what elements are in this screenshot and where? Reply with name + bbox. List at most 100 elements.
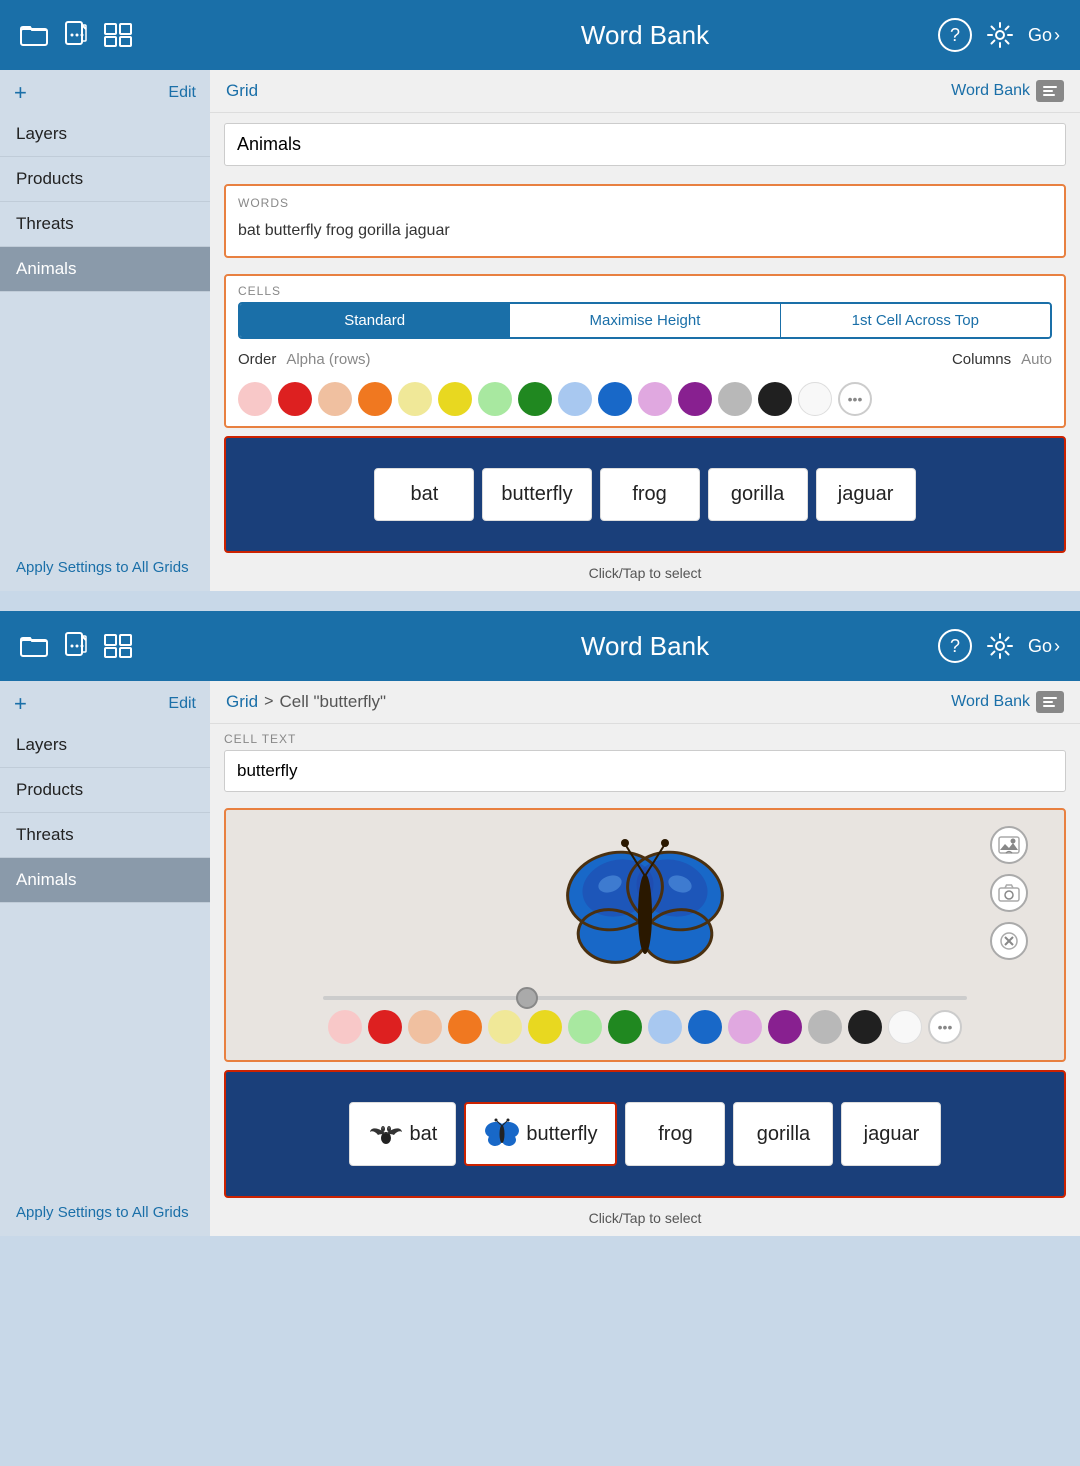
grid-layout-icon-2[interactable] bbox=[104, 634, 132, 658]
swatch-red[interactable] bbox=[278, 382, 312, 416]
columns-group: Columns Auto bbox=[952, 351, 1052, 368]
breadcrumb-grid-2[interactable]: Grid bbox=[226, 692, 258, 712]
word-cell-gorilla-1[interactable]: gorilla bbox=[708, 468, 808, 521]
word-cell-frog-2[interactable]: frog bbox=[625, 1102, 725, 1166]
folder-icon[interactable] bbox=[20, 23, 48, 47]
swatch2-red[interactable] bbox=[368, 1010, 402, 1044]
grid-name-input[interactable] bbox=[224, 123, 1066, 166]
cell-text-input[interactable] bbox=[224, 750, 1066, 792]
file-dots-icon-2[interactable] bbox=[64, 632, 88, 660]
sidebar-item-layers-2[interactable]: Layers bbox=[0, 723, 210, 768]
butterfly-small-icon bbox=[484, 1118, 520, 1150]
sidebar-item-products[interactable]: Products bbox=[0, 157, 210, 202]
go-btn-1[interactable]: Go › bbox=[1028, 25, 1060, 46]
settings-icon-1[interactable] bbox=[986, 21, 1014, 49]
word-cell-bat-2[interactable]: bat bbox=[349, 1102, 457, 1166]
word-cell-jaguar-1[interactable]: jaguar bbox=[816, 468, 916, 521]
image-size-slider[interactable] bbox=[323, 996, 968, 1000]
word-cell-bat-1[interactable]: bat bbox=[374, 468, 474, 521]
swatch2-yellow[interactable] bbox=[528, 1010, 562, 1044]
image-slider-row bbox=[323, 996, 968, 1000]
sidebar-add-btn[interactable]: + bbox=[14, 80, 27, 106]
sidebar-item-threats[interactable]: Threats bbox=[0, 202, 210, 247]
folder-icon-2[interactable] bbox=[20, 634, 48, 658]
swatch2-black[interactable] bbox=[848, 1010, 882, 1044]
swatch-green[interactable] bbox=[518, 382, 552, 416]
swatch-purple[interactable] bbox=[678, 382, 712, 416]
tab-maximise-height[interactable]: Maximise Height bbox=[510, 304, 780, 337]
swatch2-purple[interactable] bbox=[768, 1010, 802, 1044]
tab-1st-cell-across-top[interactable]: 1st Cell Across Top bbox=[781, 304, 1050, 337]
word-cell-butterfly-2[interactable]: butterfly bbox=[464, 1102, 617, 1166]
word-cell-butterfly-1[interactable]: butterfly bbox=[482, 468, 591, 521]
swatch2-peach[interactable] bbox=[408, 1010, 442, 1044]
swatch-green-light[interactable] bbox=[478, 382, 512, 416]
click-hint-2: Click/Tap to select bbox=[210, 1206, 1080, 1236]
swatch-black[interactable] bbox=[758, 382, 792, 416]
butterfly-image bbox=[560, 826, 730, 986]
sidebar-edit-btn[interactable]: Edit bbox=[168, 84, 196, 102]
swatch2-purple-light[interactable] bbox=[728, 1010, 762, 1044]
settings-icon-2[interactable] bbox=[986, 632, 1014, 660]
tab-standard[interactable]: Standard bbox=[240, 304, 510, 337]
content-panel-2: Word Bank ? Go › bbox=[210, 611, 1080, 1236]
swatch-gray[interactable] bbox=[718, 382, 752, 416]
swatch-orange[interactable] bbox=[358, 382, 392, 416]
app-title-1: Word Bank bbox=[581, 20, 709, 51]
sidebar-item-animals[interactable]: Animals bbox=[0, 247, 210, 292]
breadcrumb-cell-label: Cell "butterfly" bbox=[279, 692, 386, 712]
panel-gap bbox=[0, 591, 1080, 611]
app-bar-2-left bbox=[0, 611, 210, 681]
sidebar-item-threats-2[interactable]: Threats bbox=[0, 813, 210, 858]
swatch-blue[interactable] bbox=[598, 382, 632, 416]
breadcrumb-1[interactable]: Grid bbox=[226, 81, 258, 101]
wordbank-link-1[interactable]: Word Bank bbox=[951, 80, 1064, 102]
apply-all-grids-link-2[interactable]: Apply Settings to All Grids bbox=[16, 1204, 189, 1221]
word-cell-gorilla-2[interactable]: gorilla bbox=[733, 1102, 833, 1166]
sidebar-edit-btn-2[interactable]: Edit bbox=[168, 695, 196, 713]
sidebar-footer-2: Apply Settings to All Grids bbox=[0, 1190, 210, 1236]
cells-meta: Order Alpha (rows) Columns Auto bbox=[226, 347, 1064, 376]
swatch2-pink-light[interactable] bbox=[328, 1010, 362, 1044]
image-camera-btn[interactable] bbox=[990, 874, 1028, 912]
help-icon-2[interactable]: ? bbox=[938, 629, 972, 663]
swatch-blue-light[interactable] bbox=[558, 382, 592, 416]
image-from-url-btn[interactable] bbox=[990, 826, 1028, 864]
grid-layout-icon[interactable] bbox=[104, 23, 132, 47]
swatch2-yellow-light[interactable] bbox=[488, 1010, 522, 1044]
swatch-yellow[interactable] bbox=[438, 382, 472, 416]
swatch-peach[interactable] bbox=[318, 382, 352, 416]
sidebar-item-products-2[interactable]: Products bbox=[0, 768, 210, 813]
swatch2-green-light[interactable] bbox=[568, 1010, 602, 1044]
app-bar-title-1: Word Bank ? Go › bbox=[210, 0, 1080, 70]
go-btn-2[interactable]: Go › bbox=[1028, 636, 1060, 657]
app-bar-2-left-icons bbox=[20, 632, 132, 660]
swatch2-blue[interactable] bbox=[688, 1010, 722, 1044]
swatch2-white[interactable] bbox=[888, 1010, 922, 1044]
swatch-white[interactable] bbox=[798, 382, 832, 416]
more-colors-btn-1[interactable]: ••• bbox=[838, 382, 872, 416]
sidebar-item-layers[interactable]: Layers bbox=[0, 112, 210, 157]
swatch2-gray[interactable] bbox=[808, 1010, 842, 1044]
swatch-yellow-light[interactable] bbox=[398, 382, 432, 416]
sidebar-header-1: + Edit bbox=[0, 70, 210, 112]
swatch-purple-light[interactable] bbox=[638, 382, 672, 416]
app-bar-1 bbox=[0, 0, 210, 70]
swatch2-blue-light[interactable] bbox=[648, 1010, 682, 1044]
swatch2-green[interactable] bbox=[608, 1010, 642, 1044]
more-colors-btn-2[interactable]: ••• bbox=[928, 1010, 962, 1044]
cells-label: CELLS bbox=[226, 276, 1064, 302]
app-bar-2: Word Bank ? Go › bbox=[210, 611, 1080, 681]
file-dots-icon[interactable] bbox=[64, 21, 88, 49]
sidebar-item-animals-2[interactable]: Animals bbox=[0, 858, 210, 903]
apply-all-grids-link-1[interactable]: Apply Settings to All Grids bbox=[16, 559, 189, 576]
sidebar-add-btn-2[interactable]: + bbox=[14, 691, 27, 717]
word-cell-frog-1[interactable]: frog bbox=[600, 468, 700, 521]
image-remove-btn[interactable] bbox=[990, 922, 1028, 960]
wordbank-icon-2 bbox=[1036, 691, 1064, 713]
swatch-pink-light[interactable] bbox=[238, 382, 272, 416]
wordbank-link-2[interactable]: Word Bank bbox=[951, 691, 1064, 713]
swatch2-orange[interactable] bbox=[448, 1010, 482, 1044]
help-icon-1[interactable]: ? bbox=[938, 18, 972, 52]
word-cell-jaguar-2[interactable]: jaguar bbox=[841, 1102, 941, 1166]
